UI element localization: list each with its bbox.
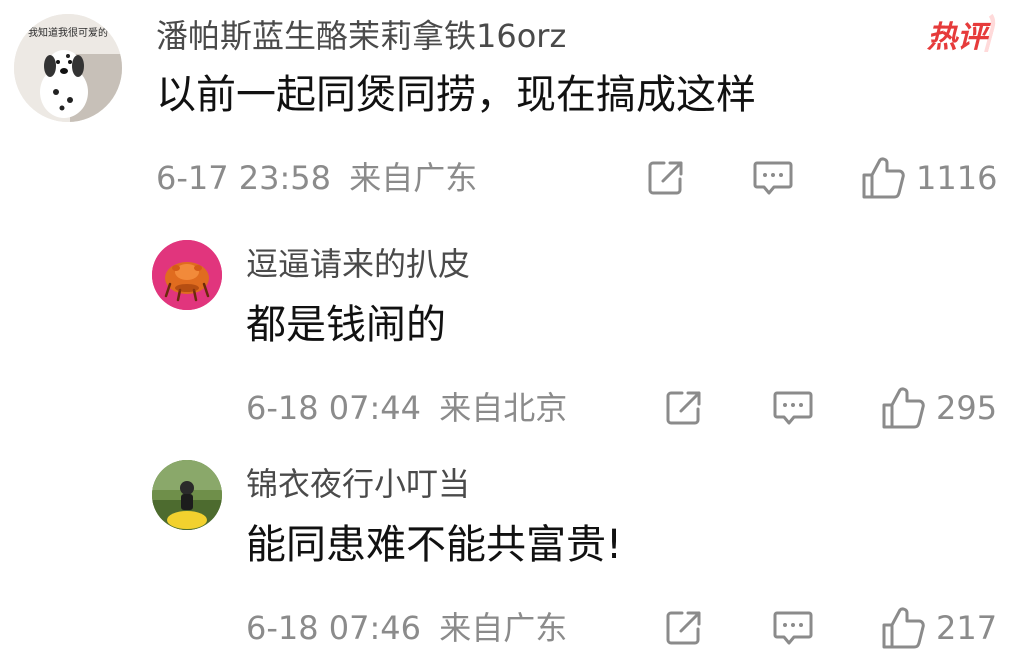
comment-location: 来自广东 — [349, 159, 478, 197]
reply-meta: 6-18 07:46 来自广东 — [246, 608, 567, 648]
reply-username[interactable]: 锦衣夜行小叮当 — [246, 464, 470, 504]
like-count: 1116 — [916, 159, 998, 197]
avatar[interactable]: 我知道我很可爱的 — [14, 14, 122, 122]
reply-timestamp: 6-18 07:44 — [246, 389, 422, 427]
comment-content: 以前一起同煲同捞，现在搞成这样 — [156, 72, 756, 118]
reply-button[interactable] — [772, 388, 814, 428]
person-avatar-icon — [152, 460, 222, 530]
reply-button[interactable] — [752, 158, 794, 198]
reply-location: 来自广东 — [439, 609, 568, 647]
comment-meta: 6-17 23:58 来自广东 — [156, 158, 477, 198]
reply-content: 能同患难不能共富贵! — [246, 522, 623, 568]
like-button[interactable]: 217 — [880, 606, 997, 650]
avatar[interactable] — [152, 460, 222, 530]
reply-meta: 6-18 07:44 来自北京 — [246, 388, 567, 428]
share-button[interactable] — [664, 388, 704, 428]
share-icon — [666, 391, 701, 425]
reply-location: 来自北京 — [439, 389, 568, 427]
like-count: 217 — [936, 609, 998, 647]
reply-item: 锦衣夜行小叮当 能同患难不能共富贵! 6-18 07:46 来自广东 217 — [0, 440, 1015, 660]
like-button[interactable]: 295 — [880, 386, 997, 430]
share-button[interactable] — [646, 158, 686, 198]
like-count: 295 — [936, 389, 998, 427]
share-icon — [666, 611, 701, 645]
comment-icon — [753, 161, 793, 195]
reply-item: 逗逼请来的扒皮 都是钱闹的 6-18 07:44 来自北京 295 — [0, 220, 1015, 440]
reply-content: 都是钱闹的 — [246, 302, 446, 348]
comment-icon — [773, 611, 813, 645]
share-icon — [648, 161, 683, 195]
reply-username[interactable]: 逗逼请来的扒皮 — [246, 244, 470, 284]
comment-icon — [773, 391, 813, 425]
avatar[interactable] — [152, 240, 222, 310]
like-button[interactable]: 1116 — [860, 156, 997, 200]
hot-comment-badge: 热评 — [918, 8, 1000, 60]
thumbs-up-icon — [882, 607, 925, 649]
thumbs-up-icon — [882, 387, 925, 429]
comment-username[interactable]: 潘帕斯蓝生酪茉莉拿铁16orz — [156, 16, 566, 56]
reply-button[interactable] — [772, 608, 814, 648]
share-button[interactable] — [664, 608, 704, 648]
thumbs-up-icon — [862, 157, 905, 199]
comment-timestamp: 6-17 23:58 — [156, 159, 332, 197]
comment-item: 我知道我很可爱的 潘帕斯蓝生酪茉莉拿铁16orz 以前一起同煲同捞，现在搞成这样… — [0, 0, 1015, 220]
reply-timestamp: 6-18 07:46 — [246, 609, 422, 647]
pig-avatar-icon — [152, 240, 222, 310]
